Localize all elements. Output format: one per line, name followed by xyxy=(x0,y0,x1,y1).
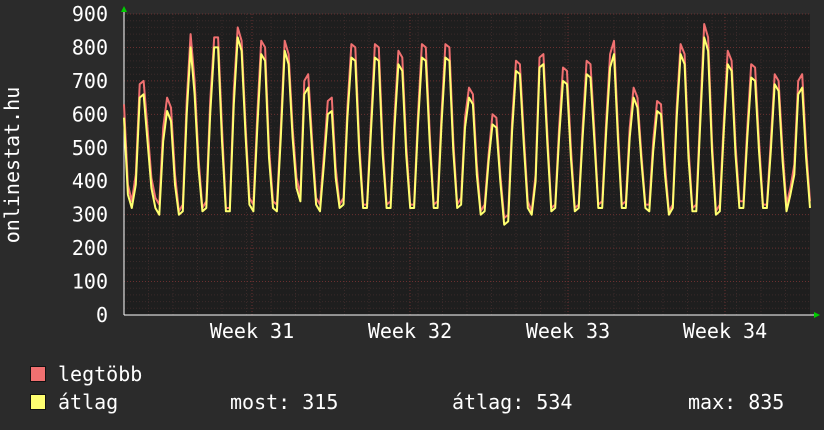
y-tick-label: 0 xyxy=(96,303,108,327)
y-axis-arrow xyxy=(121,6,127,12)
chart-root: 0 100 200 300 400 500 600 700 800 900 Week 31 Week … xyxy=(0,0,824,430)
y-tick-label: 800 xyxy=(72,35,108,59)
y-tick-label: 900 xyxy=(72,2,108,26)
legend-item-legtobb: legtöbb xyxy=(30,362,142,386)
x-axis-arrow xyxy=(814,312,820,318)
legend-item-atlag: átlag xyxy=(30,390,118,414)
y-tick-label: 700 xyxy=(72,69,108,93)
y-tick-label: 300 xyxy=(72,203,108,227)
y-tick-label: 500 xyxy=(72,136,108,160)
y-tick-label: 600 xyxy=(72,102,108,126)
x-tick-label: Week 32 xyxy=(368,319,452,343)
x-tick-label: Week 31 xyxy=(210,319,294,343)
stat-atlag-text: átlag: 534 xyxy=(452,390,573,414)
x-tick-label: Week 34 xyxy=(683,319,767,343)
stat-max-text: max: 835 xyxy=(688,390,785,414)
x-tick-label: Week 33 xyxy=(526,319,610,343)
y-axis-label: onlinestat.hu xyxy=(0,87,24,244)
y-tick-label: 400 xyxy=(72,169,108,193)
stat-most: most: 315 xyxy=(230,390,338,414)
y-tick-label: 100 xyxy=(72,270,108,294)
stat-atlag: átlag: 534 xyxy=(452,390,572,414)
legend-swatch-legtobb xyxy=(30,366,46,382)
legend-label-atlag: átlag xyxy=(58,390,119,414)
legend-label-legtobb: legtöbb xyxy=(58,362,143,386)
stat-most-text: most: 315 xyxy=(230,390,339,414)
stat-max: max: 835 xyxy=(688,390,784,414)
y-tick-label: 200 xyxy=(72,236,108,260)
legend-swatch-atlag xyxy=(30,394,46,410)
